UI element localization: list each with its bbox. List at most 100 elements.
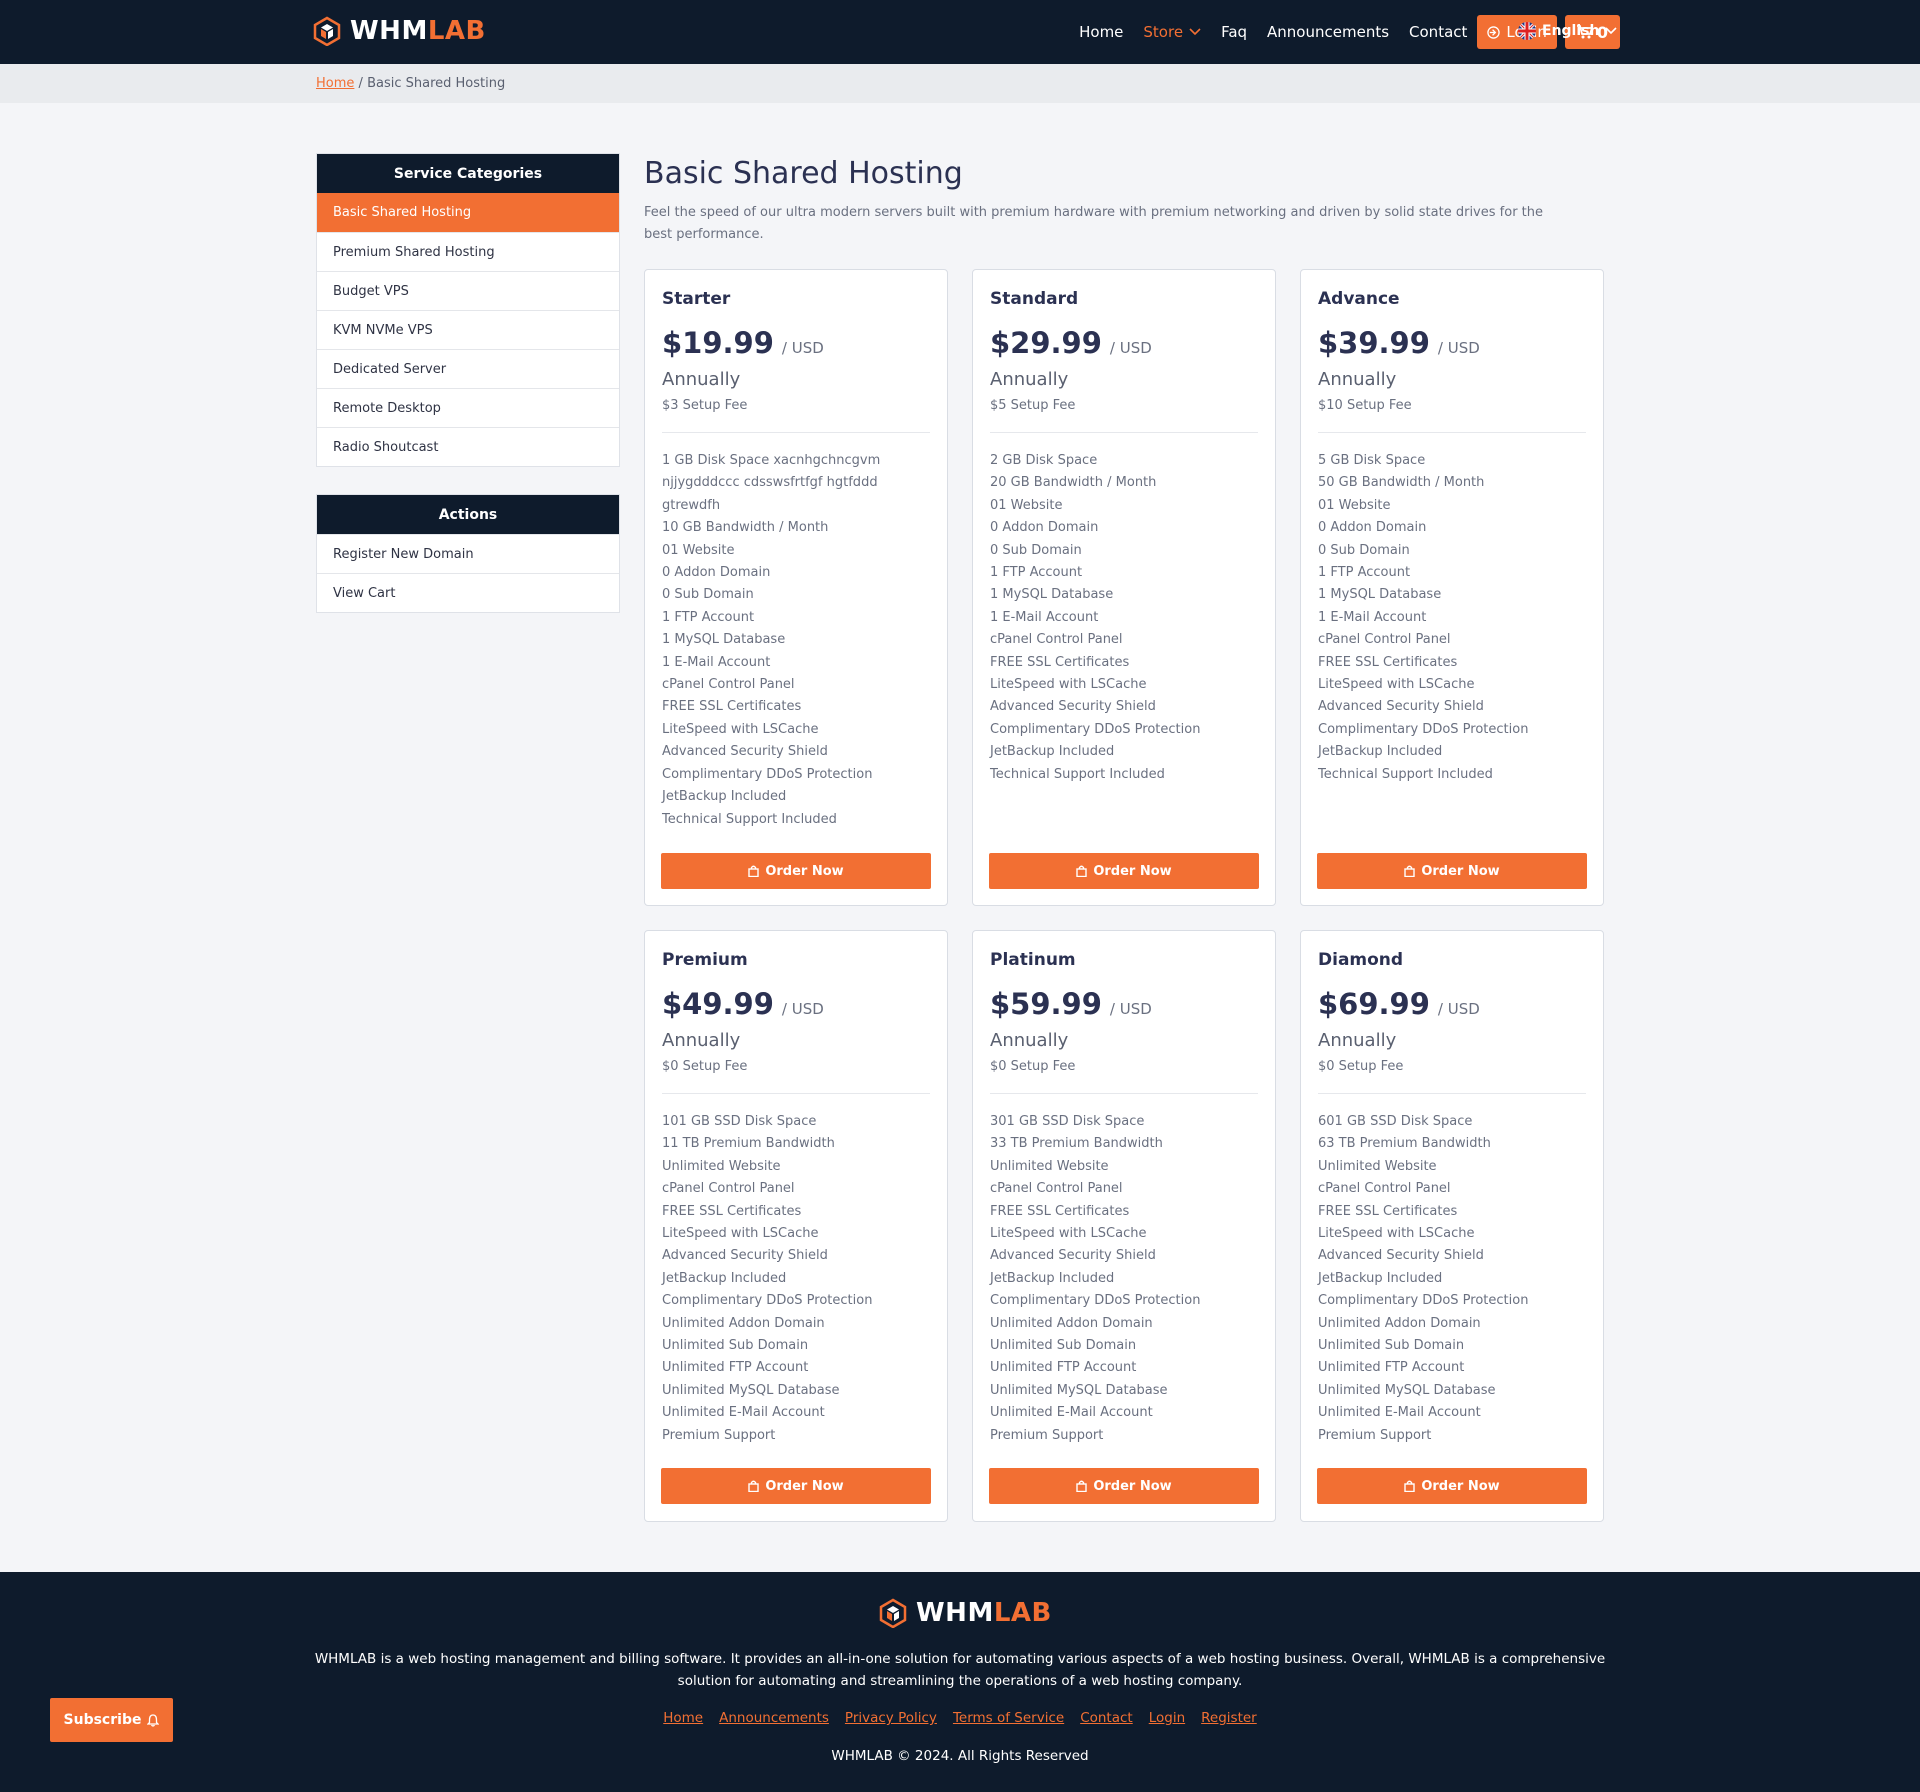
order-now-button[interactable]: Order Now [1317, 853, 1587, 889]
plan-feature: Unlimited MySQL Database [662, 1382, 840, 1398]
order-now-label: Order Now [1421, 863, 1500, 879]
plan-feature: 5 GB Disk Space [1318, 453, 1426, 468]
uk-flag-icon [1518, 22, 1536, 40]
plan-feature: Unlimited Sub Domain [1318, 1338, 1465, 1354]
actions-title: Actions [317, 495, 619, 534]
sidebar-category-item[interactable]: KVM NVMe VPS [317, 310, 619, 349]
plan-feature: 1 MySQL Database [1318, 587, 1442, 603]
service-categories-title: Service Categories [317, 154, 619, 193]
order-now-button[interactable]: Order Now [989, 1468, 1259, 1504]
plan-feature: 0 Addon Domain [990, 520, 1099, 536]
breadcrumb-home-link[interactable]: Home [316, 76, 354, 91]
order-now-button[interactable]: Order Now [661, 1468, 931, 1504]
plan-feature: Advanced Security Shield [990, 699, 1156, 715]
plan-name: Standard [990, 289, 1079, 309]
plan-feature: 63 TB Premium Bandwidth [1318, 1136, 1491, 1152]
plan-price-amount: $49.99 [662, 987, 774, 1021]
footer-description: WHMLAB is a web hosting management and b… [314, 1651, 1606, 1689]
nav-home[interactable]: Home [1079, 23, 1123, 41]
nav-announcements[interactable]: Announcements [1267, 23, 1389, 41]
order-now-label: Order Now [765, 863, 844, 879]
plan-billing-cycle: Annually [1318, 1030, 1397, 1051]
site-header: WHMLAB Home Store Faq Announcements Cont… [0, 0, 1920, 64]
bag-icon [1076, 1480, 1088, 1492]
plan-feature: Complimentary DDoS Protection [990, 1293, 1201, 1309]
order-now-button[interactable]: Order Now [1317, 1468, 1587, 1504]
footer-link[interactable]: Contact [1080, 1710, 1133, 1726]
plan-feature: njjygdddccc cdsswsfrtfgf hgtfddd [662, 475, 878, 491]
order-now-button[interactable]: Order Now [989, 853, 1259, 889]
order-now-label: Order Now [1421, 1478, 1500, 1494]
nav-store[interactable]: Store [1143, 23, 1201, 41]
sidebar-action-item[interactable]: View Cart [317, 573, 619, 612]
sidebar-category-item[interactable]: Basic Shared Hosting [317, 193, 619, 232]
plan-feature: 01 Website [990, 497, 1063, 513]
footer-link[interactable]: Home [663, 1710, 703, 1726]
sidebar-category-item[interactable]: Remote Desktop [317, 388, 619, 427]
footer-copyright: WHMLAB © 2024. All Rights Reserved [831, 1748, 1089, 1764]
plan-feature: 601 GB SSD Disk Space [1318, 1114, 1473, 1129]
order-now-button[interactable]: Order Now [661, 853, 931, 889]
nav-home-label: Home [1079, 23, 1124, 41]
nav-faq[interactable]: Faq [1221, 23, 1247, 41]
plan-feature-list: 601 GB SSD Disk Space 63 TB Premium Bandw… [1318, 1111, 1588, 1447]
footer-logo-text-white: WHM [916, 1598, 994, 1628]
plan-feature: JetBackup Included [990, 744, 1115, 760]
plan-feature: JetBackup Included [662, 1270, 787, 1286]
plan-feature-list: 301 GB SSD Disk Space 33 TB Premium Bandw… [990, 1111, 1260, 1447]
plan-feature: 101 GB SSD Disk Space [662, 1114, 817, 1129]
plan-feature-list: 5 GB Disk Space 50 GB Bandwidth / Month 01… [1318, 450, 1588, 786]
plan-feature: JetBackup Included [1318, 744, 1443, 760]
sidebar-category-item[interactable]: Premium Shared Hosting [317, 232, 619, 271]
plan-billing-cycle: Annually [990, 1030, 1069, 1051]
plan-feature: Advanced Security Shield [990, 1248, 1156, 1264]
footer-link[interactable]: Privacy Policy [845, 1710, 937, 1726]
login-icon [1487, 25, 1501, 39]
language-selector[interactable]: English [1518, 22, 1618, 40]
footer-link[interactable]: Register [1201, 1710, 1257, 1726]
plan-feature: 11 TB Premium Bandwidth [662, 1136, 835, 1152]
plan-feature: cPanel Control Panel [662, 677, 795, 693]
plan-divider [662, 1093, 930, 1094]
plan-price-currency: / USD [781, 1000, 824, 1018]
plan-feature: 0 Sub Domain [1318, 542, 1410, 558]
plan-feature: LiteSpeed with LSCache [990, 1226, 1147, 1242]
plan-feature: FREE SSL Certificates [990, 1203, 1130, 1219]
sidebar-category-item[interactable]: Dedicated Server [317, 349, 619, 388]
plan-feature: Unlimited MySQL Database [1318, 1382, 1496, 1398]
sidebar-action-item[interactable]: Register New Domain [317, 534, 619, 573]
footer-link[interactable]: Announcements [719, 1710, 829, 1726]
logo-cube-icon [313, 16, 341, 46]
order-now-label: Order Now [1093, 1478, 1172, 1494]
bag-icon [748, 865, 760, 877]
plan-feature: LiteSpeed with LSCache [662, 1226, 819, 1242]
footer-link[interactable]: Login [1149, 1710, 1185, 1726]
plan-feature-list: 101 GB SSD Disk Space 11 TB Premium Bandw… [662, 1111, 932, 1447]
site-logo[interactable]: WHMLAB [312, 16, 486, 46]
footer-link[interactable]: Terms of Service [953, 1710, 1064, 1726]
plan-feature: cPanel Control Panel [1318, 632, 1451, 648]
plan-feature: FREE SSL Certificates [1318, 654, 1458, 670]
plan-setup-fee: $3 Setup Fee [662, 398, 748, 413]
subscribe-button[interactable]: Subscribe [50, 1698, 173, 1742]
sidebar-category-item[interactable]: Radio Shoutcast [317, 427, 619, 466]
order-now-label: Order Now [1093, 863, 1172, 879]
footer-logo[interactable]: WHMLAB [878, 1598, 1052, 1628]
plan-feature: Unlimited MySQL Database [990, 1382, 1168, 1398]
plan-price-currency: / USD [1437, 339, 1480, 357]
plan-feature: Unlimited E-Mail Account [1318, 1405, 1481, 1421]
bag-icon [1404, 865, 1416, 877]
plan-feature: 1 E-Mail Account [1318, 609, 1427, 625]
plan-divider [990, 432, 1258, 433]
plan-feature: Premium Support [1318, 1427, 1432, 1443]
nav-contact[interactable]: Contact [1409, 23, 1467, 41]
bell-icon [147, 1713, 160, 1727]
service-categories-panel: Service Categories Basic Shared Hosting P… [316, 153, 620, 467]
plan-divider [662, 432, 930, 433]
plan-feature: Advanced Security Shield [662, 744, 828, 760]
plan-feature: 10 GB Bandwidth / Month [662, 520, 829, 536]
sidebar-category-item[interactable]: Budget VPS [317, 271, 619, 310]
plan-feature: Advanced Security Shield [1318, 699, 1484, 715]
plan-price: $29.99 / USD [990, 326, 1152, 360]
plan-price: $59.99 / USD [990, 987, 1152, 1021]
